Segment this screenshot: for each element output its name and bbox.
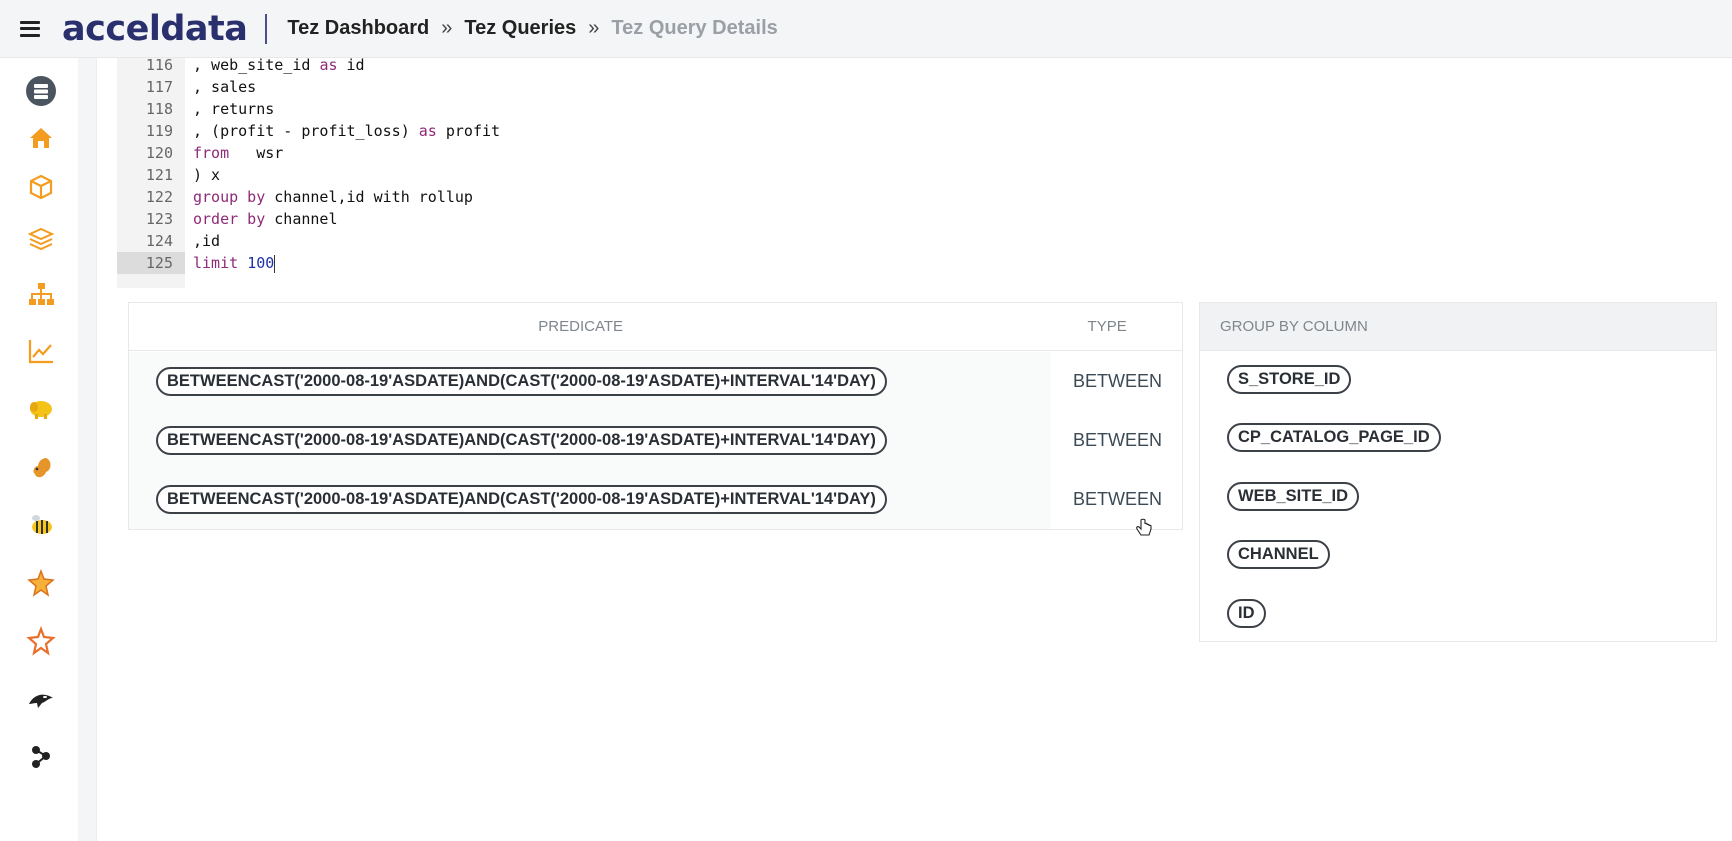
code-line[interactable]: 119 , (profit - profit_loss) as profit (117, 120, 1717, 142)
home-icon[interactable] (24, 121, 58, 155)
query-code-editor[interactable]: 116 , web_site_id as id 117 , sales 118 , ret… (117, 56, 1717, 288)
code-token: , returns (193, 100, 275, 118)
predicate-column-header[interactable]: PREDICATE (129, 318, 1032, 335)
line-number: 117 (145, 78, 173, 96)
pig-star-icon[interactable] (24, 566, 58, 600)
predicate-cell: BETWEENCAST('2000-08-19'ASDATE)AND(CAST(… (129, 352, 1051, 411)
code-token: channel,id with rollup (265, 188, 473, 206)
hand-pointer-icon (1136, 518, 1152, 536)
code-token: , web_site_id (193, 56, 320, 74)
predicate-pill[interactable]: BETWEENCAST('2000-08-19'ASDATE)AND(CAST(… (156, 485, 887, 514)
hierarchy-icon[interactable] (24, 277, 58, 311)
molecule-icon[interactable] (24, 738, 58, 772)
acceldata-logo[interactable]: acceldata (62, 9, 248, 49)
type-column-header[interactable]: TYPE (1032, 318, 1182, 335)
group-by-pill[interactable]: CP_CATALOG_PAGE_ID (1227, 423, 1441, 452)
code-text: limit 100 (193, 252, 276, 274)
code-token: 100 (247, 254, 275, 272)
table-row: BETWEENCAST('2000-08-19'ASDATE)AND(CAST(… (129, 470, 1184, 529)
hamburger-menu-icon[interactable] (20, 20, 40, 37)
squirrel-icon[interactable] (24, 450, 58, 484)
code-text: from wsr (193, 142, 283, 164)
code-text: , web_site_id as id (193, 54, 365, 76)
code-text: group by channel,id with rollup (193, 186, 473, 208)
table-row: BETWEENCAST('2000-08-19'ASDATE)AND(CAST(… (129, 352, 1184, 411)
code-text: ) x (193, 164, 220, 186)
line-number: 120 (145, 144, 173, 162)
star-icon[interactable] (24, 624, 58, 658)
line-number: 123 (145, 210, 173, 228)
layers-icon[interactable] (24, 222, 58, 256)
group-by-pill[interactable]: ID (1227, 599, 1266, 628)
database-icon[interactable] (24, 74, 58, 108)
breadcrumb-tez-queries[interactable]: Tez Queries (464, 17, 576, 40)
line-number: 125 (117, 252, 185, 274)
type-cell: BETWEEN (1072, 430, 1162, 450)
group-by-pill[interactable]: S_STORE_ID (1227, 365, 1352, 394)
group-by-pill[interactable]: WEB_SITE_ID (1227, 482, 1360, 511)
header-divider (265, 13, 268, 44)
code-line[interactable]: 120 from wsr (117, 142, 1717, 164)
top-header: acceldata Tez Dashboard » Tez Queries » … (0, 0, 1732, 58)
code-token: ) x (193, 166, 221, 184)
code-line[interactable]: 125 limit 100 (117, 252, 1717, 274)
code-line[interactable]: 122 group by channel,id with rollup (117, 186, 1717, 208)
code-token: as (319, 56, 338, 74)
line-number: 122 (145, 188, 173, 206)
predicate-pill[interactable]: BETWEENCAST('2000-08-19'ASDATE)AND(CAST(… (156, 367, 887, 396)
code-token: channel (265, 210, 338, 228)
code-line[interactable]: 118 , returns (117, 98, 1717, 120)
code-token: as (418, 122, 437, 140)
breadcrumb-separator: » (441, 17, 453, 39)
breadcrumb-tez-dashboard[interactable]: Tez Dashboard (287, 17, 429, 40)
cube-icon[interactable] (24, 170, 58, 204)
predicate-cell: BETWEENCAST('2000-08-19'ASDATE)AND(CAST(… (129, 411, 1051, 470)
table-row: BETWEENCAST('2000-08-19'ASDATE)AND(CAST(… (129, 411, 1184, 470)
code-line[interactable]: 124 ,id (117, 230, 1717, 252)
code-token: ,id (193, 232, 221, 250)
line-number: 116 (145, 56, 173, 74)
breadcrumb-separator: » (588, 17, 600, 39)
predicate-pill[interactable]: BETWEENCAST('2000-08-19'ASDATE)AND(CAST(… (156, 426, 887, 455)
code-text: , returns (193, 98, 274, 120)
code-line[interactable]: 121 ) x (117, 164, 1717, 186)
line-number: 119 (145, 122, 173, 140)
code-text: , (profit - profit_loss) as profit (193, 120, 500, 142)
code-line[interactable]: 116 , web_site_id as id (117, 54, 1717, 76)
orca-whale-icon[interactable] (24, 682, 58, 716)
group-by-table: GROUP BY COLUMN S_STORE_ID CP_CATALOG_PA… (1199, 302, 1717, 642)
type-cell: BETWEEN (1072, 489, 1162, 509)
hadoop-elephant-icon[interactable] (24, 392, 58, 426)
main-content: 116 , web_site_id as id 117 , sales 118 , ret… (96, 56, 1732, 841)
code-line[interactable]: 117 , sales (117, 76, 1717, 98)
type-cell: BETWEEN (1072, 371, 1162, 391)
code-token: group by (193, 188, 266, 206)
group-by-pill[interactable]: CHANNEL (1227, 540, 1330, 569)
code-token: order by (193, 210, 266, 228)
code-text: , sales (193, 76, 256, 98)
code-token: from (193, 144, 230, 162)
line-number: 121 (145, 166, 173, 184)
code-token: profit (436, 122, 501, 140)
code-token: id (337, 56, 365, 74)
predicate-cell: BETWEENCAST('2000-08-19'ASDATE)AND(CAST(… (129, 470, 1051, 529)
sidebar (0, 58, 78, 841)
hive-bee-icon[interactable] (24, 508, 58, 542)
code-token: wsr (229, 144, 284, 162)
predicate-table: PREDICATE TYPE BETWEENCAST('2000-08-19'A… (128, 302, 1183, 530)
line-number: 118 (145, 100, 173, 118)
chart-line-icon[interactable] (24, 334, 58, 368)
group-by-column-header: GROUP BY COLUMN (1200, 303, 1716, 351)
code-line[interactable]: 123 order by channel (117, 208, 1717, 230)
code-token: , sales (193, 78, 257, 96)
code-text: ,id (193, 230, 220, 252)
code-text: order by channel (193, 208, 338, 230)
code-token: limit (193, 254, 239, 272)
text-caret (274, 254, 276, 273)
code-token: , (profit - profit_loss) (193, 122, 419, 140)
line-number: 124 (145, 232, 173, 250)
breadcrumb-tez-query-details: Tez Query Details (611, 17, 778, 39)
predicate-table-header: PREDICATE TYPE (129, 303, 1182, 351)
